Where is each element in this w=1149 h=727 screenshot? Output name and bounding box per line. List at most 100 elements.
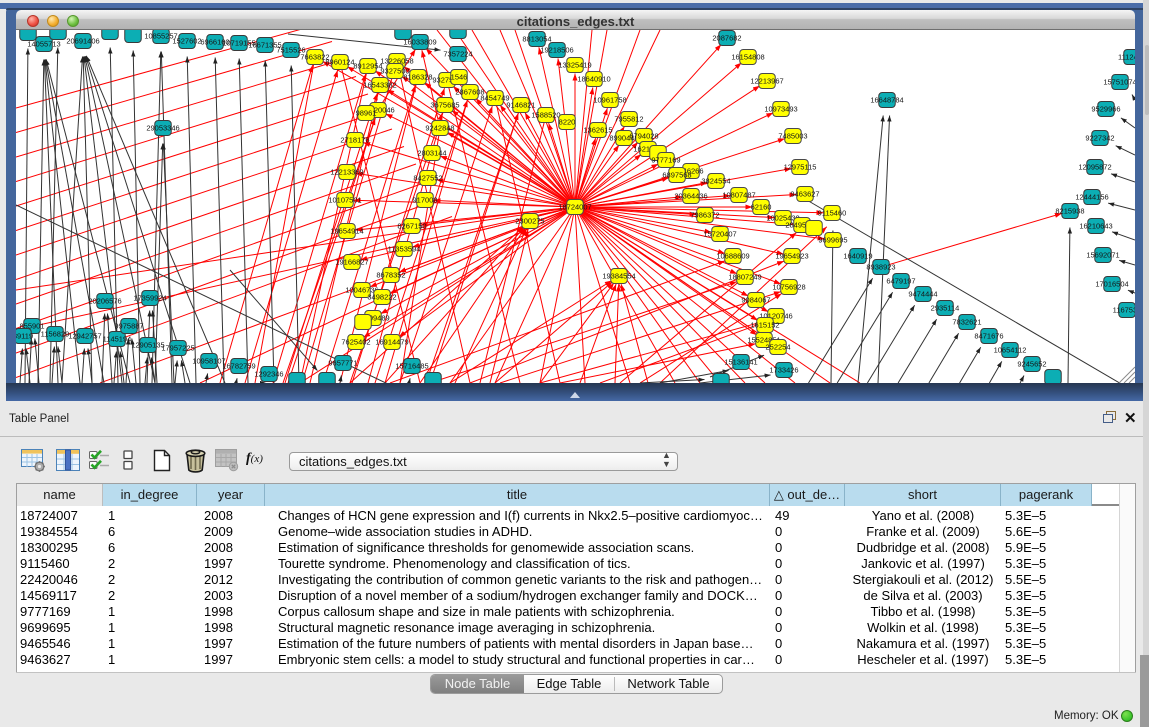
svg-text:9084067: 9084067	[741, 296, 770, 305]
svg-text:7485003: 7485003	[778, 132, 807, 141]
svg-text:2935114: 2935114	[931, 304, 960, 313]
svg-text:17359924: 17359924	[133, 294, 166, 303]
svg-text:12213967: 12213967	[750, 77, 783, 86]
svg-text:9245652: 9245652	[1017, 360, 1046, 369]
svg-text:15716485: 15716485	[395, 362, 428, 371]
svg-text:17016504: 17016504	[1095, 280, 1128, 289]
svg-text:1546: 1546	[451, 73, 468, 82]
svg-text:8454749: 8454749	[480, 94, 509, 103]
svg-text:10961758: 10961758	[593, 96, 626, 105]
svg-text:10107501: 10107501	[328, 196, 361, 205]
svg-text:19218506: 19218506	[540, 46, 573, 55]
svg-text:10688609: 10688609	[716, 252, 749, 261]
svg-text:8813054: 8813054	[522, 35, 551, 44]
svg-text:3498222: 3498222	[367, 293, 396, 302]
svg-text:10958107: 10958107	[192, 357, 225, 366]
svg-text:20691406: 20691406	[66, 37, 99, 46]
svg-text:1362615: 1362615	[583, 126, 612, 135]
svg-text:9115460: 9115460	[818, 209, 847, 218]
svg-text:10654112: 10654112	[994, 346, 1027, 355]
svg-text:18640910: 18640910	[577, 75, 610, 84]
svg-text:2718176: 2718176	[340, 136, 369, 145]
svg-text:1588520: 1588520	[531, 111, 560, 120]
svg-text:2300275: 2300275	[515, 217, 544, 226]
svg-text:1640919: 1640919	[843, 252, 872, 261]
svg-text:7986372: 7986372	[690, 211, 719, 220]
svg-text:11353594: 11353594	[388, 245, 421, 254]
svg-text:39119: 39119	[16, 332, 33, 341]
svg-text:1145194: 1145194	[103, 335, 132, 344]
svg-text:8215938: 8215938	[1055, 207, 1084, 216]
svg-text:62160: 62160	[751, 203, 772, 212]
svg-text:16033809: 16033809	[403, 38, 436, 47]
svg-text:8678352: 8678352	[376, 271, 405, 280]
svg-text:8427552: 8427552	[413, 174, 442, 183]
svg-text:9474444: 9474444	[908, 290, 937, 299]
svg-text:1112483: 1112483	[1118, 53, 1135, 62]
svg-text:7832621: 7832621	[952, 318, 981, 327]
svg-text:8267150: 8267150	[397, 222, 426, 231]
svg-text:18724007: 18724007	[558, 203, 591, 212]
svg-text:20364436: 20364436	[674, 192, 707, 201]
svg-text:7625402: 7625402	[341, 338, 370, 347]
svg-text:917008: 917008	[412, 196, 437, 205]
svg-text:8220: 8220	[559, 118, 576, 127]
svg-text:3675685: 3675685	[430, 101, 459, 110]
svg-text:8912954: 8912954	[353, 62, 382, 71]
svg-text:9777169: 9777169	[651, 156, 680, 165]
svg-text:16154808: 16154808	[731, 53, 764, 62]
svg-text:2803144: 2803144	[417, 149, 446, 158]
svg-text:14055713: 14055713	[27, 40, 60, 49]
svg-text:9242848: 9242848	[425, 124, 454, 133]
svg-text:12905135: 12905135	[131, 341, 164, 350]
svg-text:1527602: 1527602	[172, 37, 201, 46]
svg-text:1167533: 1167533	[1113, 306, 1135, 315]
svg-text:20206576: 20206576	[88, 297, 121, 306]
svg-text:9529966: 9529966	[1091, 105, 1120, 114]
svg-text:1156829: 1156829	[41, 330, 70, 339]
svg-text:1615152: 1615152	[750, 321, 779, 330]
svg-text:16782759: 16782759	[222, 362, 255, 371]
svg-text:12942757: 12942757	[68, 332, 101, 341]
svg-text:10807487: 10807487	[722, 191, 755, 200]
svg-text:252254: 252254	[765, 343, 790, 352]
svg-text:16210643: 16210643	[1079, 222, 1112, 231]
svg-text:6479197: 6479197	[886, 277, 915, 286]
svg-text:12444156: 12444156	[1075, 193, 1108, 202]
svg-text:12095872: 12095872	[1078, 163, 1111, 172]
svg-text:9975887: 9975887	[114, 322, 143, 331]
svg-text:12975115: 12975115	[784, 163, 817, 172]
svg-text:6794028: 6794028	[629, 132, 658, 141]
svg-text:9699695: 9699695	[818, 236, 847, 245]
svg-text:19384554: 19384554	[602, 272, 635, 281]
svg-text:16914479: 16914479	[375, 338, 408, 347]
svg-text:9463627: 9463627	[790, 190, 819, 199]
svg-text:1292346: 1292346	[254, 370, 283, 379]
svg-text:19166827: 19166827	[335, 258, 368, 267]
svg-text:7357224: 7357224	[443, 50, 472, 59]
svg-text:10973493: 10973493	[764, 105, 797, 114]
svg-text:8471676: 8471676	[974, 332, 1003, 341]
svg-text:13325419: 13325419	[558, 61, 591, 70]
svg-text:15136141: 15136141	[724, 358, 757, 367]
svg-text:10756928: 10756928	[772, 283, 805, 292]
svg-text:29053346: 29053346	[146, 124, 179, 133]
svg-text:6897568: 6897568	[662, 171, 691, 180]
svg-text:2087682: 2087682	[712, 34, 741, 43]
svg-text:15692071: 15692071	[1086, 251, 1119, 260]
svg-text:9657771: 9657771	[328, 359, 357, 368]
svg-text:9146821: 9146821	[506, 101, 535, 110]
svg-text:18807249: 18807249	[728, 273, 761, 282]
svg-text:9227342: 9227342	[1085, 134, 1114, 143]
svg-text:17957225: 17957225	[161, 344, 194, 353]
svg-text:16648784: 16648784	[870, 96, 903, 105]
svg-text:8938923: 8938923	[866, 263, 895, 272]
svg-text:16543382: 16543382	[363, 81, 396, 90]
svg-text:3824554: 3824554	[701, 177, 730, 186]
svg-text:8186328: 8186328	[403, 73, 432, 82]
svg-text:12213369: 12213369	[330, 168, 363, 177]
svg-text:15720407: 15720407	[703, 230, 736, 239]
svg-text:98961: 98961	[356, 109, 377, 118]
svg-text:1733426: 1733426	[769, 366, 798, 375]
svg-text:19654923: 19654923	[775, 252, 808, 261]
